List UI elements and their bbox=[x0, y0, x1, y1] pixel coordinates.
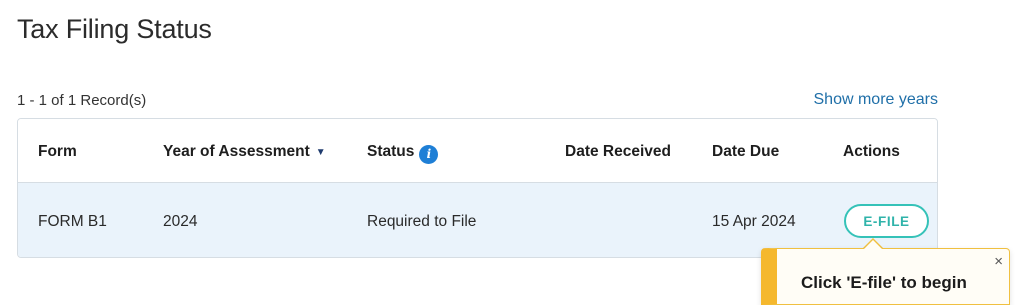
sort-descending-icon[interactable]: ▼ bbox=[316, 147, 326, 158]
close-icon[interactable]: × bbox=[994, 254, 1003, 269]
e-file-button[interactable]: E-FILE bbox=[844, 204, 929, 238]
page-title: Tax Filing Status bbox=[17, 14, 212, 44]
header-date-received: Date Received bbox=[565, 143, 671, 160]
cell-date-due: 15 Apr 2024 bbox=[712, 213, 796, 230]
header-form: Form bbox=[38, 143, 77, 160]
info-icon[interactable]: i bbox=[419, 144, 439, 164]
header-actions: Actions bbox=[843, 143, 900, 160]
header-year-of-assessment[interactable]: Year of Assessment ▼ bbox=[163, 143, 326, 161]
record-count: 1 - 1 of 1 Record(s) bbox=[17, 92, 147, 109]
header-status-label: Status bbox=[367, 143, 415, 160]
tooltip-arrow-inner bbox=[863, 240, 883, 250]
show-more-years-link[interactable]: Show more years bbox=[814, 91, 939, 109]
e-file-tooltip: × Click 'E-file' to begin bbox=[761, 248, 1010, 305]
table-header-row: Form Year of Assessment ▼ Status i Date Re… bbox=[18, 119, 937, 183]
tooltip-text: Click 'E-file' to begin bbox=[801, 273, 967, 292]
cell-status: Required to File bbox=[367, 213, 477, 230]
filing-status-table: Form Year of Assessment ▼ Status i Date Re… bbox=[17, 118, 938, 258]
header-status: Status i bbox=[367, 143, 439, 164]
table-row: FORM B1 2024 Required to File 15 Apr 202… bbox=[18, 183, 937, 257]
header-date-due: Date Due bbox=[712, 143, 780, 160]
cell-form: FORM B1 bbox=[38, 213, 107, 230]
cell-year: 2024 bbox=[163, 213, 198, 230]
header-year-label: Year of Assessment bbox=[163, 143, 310, 160]
